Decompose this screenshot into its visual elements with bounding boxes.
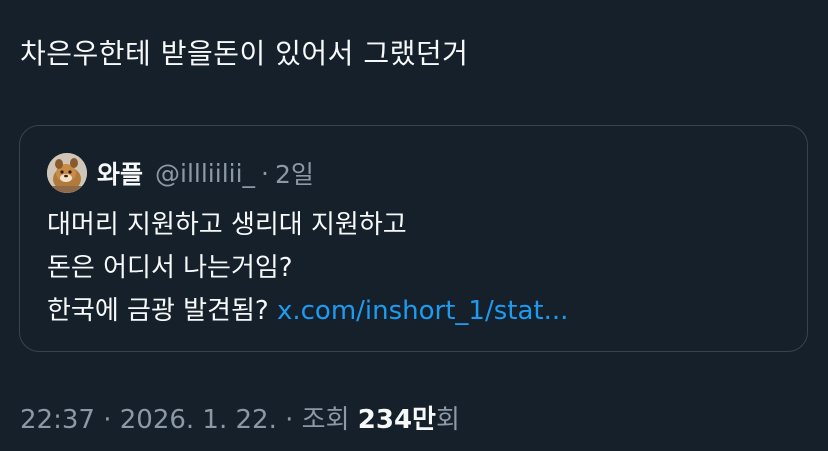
tweet-text: 차은우한테 받을돈이 있어서 그랬던거 [20,37,469,70]
meta-separator: · [276,405,302,435]
quoted-tweet-time[interactable]: 2일 [275,155,314,191]
quoted-tweet-link[interactable]: x.com/inshort_1/stat... [277,296,568,326]
quoted-tweet-header: 와플 @illliilii_ · 2일 [47,153,314,193]
quoted-tweet-line: 돈은 어디서 나는거임? [47,253,293,283]
views-count: 234만 [357,405,436,435]
tweet-date[interactable]: 2026. 1. 22. [120,405,277,435]
quoted-author-handle[interactable]: @illliilii_ [155,159,255,188]
avatar-image [47,153,87,193]
views-suffix: 회 [435,405,460,435]
quoted-tweet-line-text: 한국에 금광 발견됨? [47,296,277,326]
quoted-tweet-line: 한국에 금광 발견됨? x.com/inshort_1/stat... [47,290,568,333]
quoted-author-name[interactable]: 와플 [97,155,143,191]
quoted-tweet-line: 대머리 지원하고 생리대 지원하고 [47,210,407,240]
quoted-tweet-body: 대머리 지원하고 생리대 지원하고 돈은 어디서 나는거임? 한국에 금광 발견… [47,204,568,333]
tweet-timestamp[interactable]: 22:37 [20,405,95,435]
header-separator: · [261,158,269,188]
avatar-character-icon[interactable] [47,153,87,193]
views-label: 조회 [301,405,358,435]
tweet-meta: 22:37 · 2026. 1. 22. · 조회 234만회 [20,402,460,438]
quoted-tweet-card[interactable]: 와플 @illliilii_ · 2일 대머리 지원하고 생리대 지원하고 돈은… [19,125,808,352]
meta-separator: · [94,405,120,435]
